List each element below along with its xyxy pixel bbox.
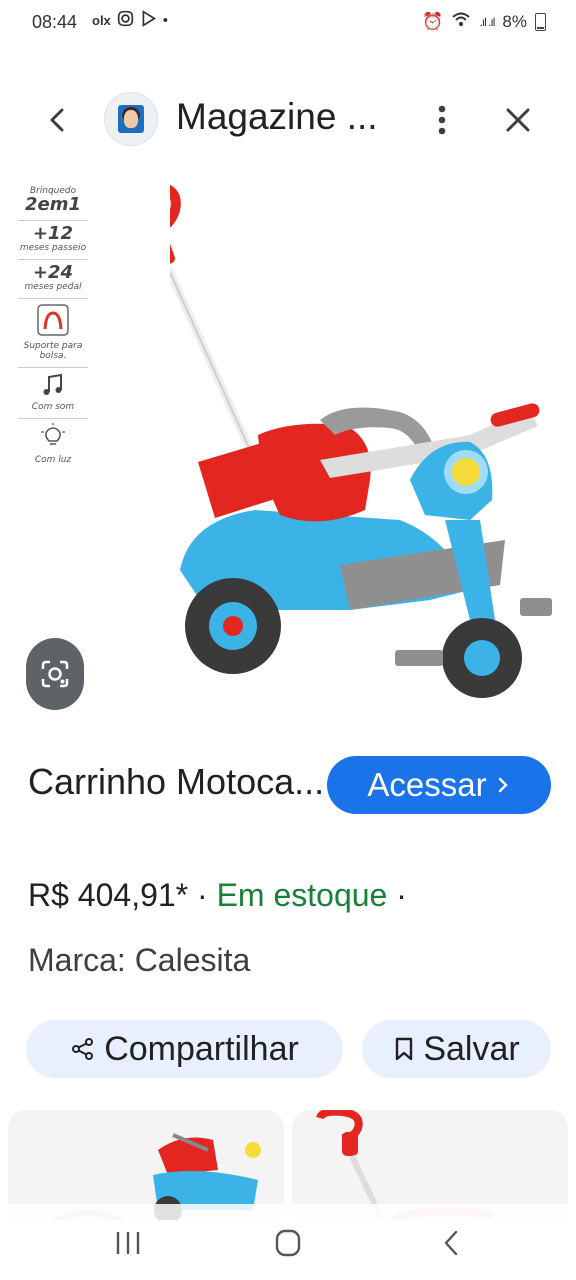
site-title[interactable]: Magazine ... bbox=[176, 96, 378, 138]
product-image[interactable]: Brinquedo 2em1 +12 meses passeio +24 mes… bbox=[0, 170, 576, 730]
bookmark-icon bbox=[396, 1037, 413, 1061]
separator: · bbox=[188, 877, 217, 913]
back-button[interactable] bbox=[38, 100, 78, 140]
more-vertical-icon bbox=[438, 105, 446, 135]
instagram-icon bbox=[117, 10, 134, 31]
site-logo-avatar[interactable] bbox=[104, 92, 158, 146]
chevron-left-icon bbox=[50, 108, 64, 132]
more-options-button[interactable] bbox=[422, 100, 462, 140]
tricycle-illustration bbox=[170, 184, 552, 698]
back-arrow-icon bbox=[444, 1230, 458, 1256]
lightbulb-icon bbox=[41, 423, 65, 445]
price-stock-line: R$ 404,91* · Em estoque · bbox=[28, 877, 407, 914]
feature-item: +24 meses pedal bbox=[18, 260, 88, 299]
site-header: Magazine ... bbox=[0, 78, 576, 160]
status-notification-icons: olx • bbox=[92, 10, 168, 31]
google-lens-icon bbox=[41, 660, 69, 688]
battery-percent: 8% bbox=[502, 11, 527, 31]
share-icon bbox=[72, 1038, 94, 1060]
status-time: 08:44 bbox=[32, 12, 78, 32]
brand-label: Marca: Calesita bbox=[28, 942, 251, 978]
product-title[interactable]: Carrinho Motoca... bbox=[28, 760, 328, 804]
olx-notification-icon: olx bbox=[92, 13, 111, 28]
stock-status: Em estoque bbox=[216, 877, 388, 913]
home-button[interactable] bbox=[268, 1226, 308, 1260]
recent-apps-icon bbox=[116, 1232, 140, 1254]
save-label: Salvar bbox=[423, 1029, 520, 1068]
nav-back-button[interactable] bbox=[432, 1226, 472, 1260]
status-system-icons: ⏰ .ıl .ıl 8% bbox=[422, 11, 546, 32]
status-bar: 08:44 olx • ⏰ .ıl .ıl 8% bbox=[0, 0, 576, 44]
feature-item: Brinquedo 2em1 bbox=[18, 182, 88, 221]
save-button[interactable]: Salvar bbox=[362, 1020, 551, 1078]
battery-icon bbox=[535, 12, 546, 31]
google-lens-button[interactable] bbox=[26, 638, 84, 710]
feature-list: Brinquedo 2em1 +12 meses passeio +24 mes… bbox=[18, 182, 88, 471]
close-button[interactable] bbox=[498, 100, 538, 140]
feature-item: Com luz bbox=[18, 419, 88, 471]
feature-item: +12 meses passeio bbox=[18, 221, 88, 260]
music-note-icon bbox=[43, 373, 62, 395]
separator-trailing: · bbox=[387, 877, 407, 913]
play-store-icon bbox=[140, 10, 157, 31]
price: R$ 404,91* bbox=[28, 877, 189, 913]
share-label: Compartilhar bbox=[104, 1029, 299, 1068]
close-icon bbox=[506, 108, 530, 132]
recent-apps-button[interactable] bbox=[108, 1226, 148, 1260]
alarm-icon: ⏰ bbox=[422, 11, 444, 31]
system-nav-bar bbox=[0, 1204, 576, 1280]
access-button-label: Acessar bbox=[367, 766, 487, 803]
dot-icon: • bbox=[162, 12, 169, 29]
wifi-icon bbox=[451, 11, 471, 32]
feature-item: Suporte para bolsa. bbox=[18, 299, 88, 368]
home-icon bbox=[275, 1229, 301, 1257]
feature-item: Com som bbox=[18, 368, 88, 419]
access-site-button[interactable]: Acessar bbox=[327, 756, 551, 814]
signal-icon: .ıl .ıl bbox=[479, 14, 495, 29]
bag-holder-icon bbox=[37, 304, 69, 336]
chevron-right-icon bbox=[498, 777, 508, 793]
share-button[interactable]: Compartilhar bbox=[26, 1020, 343, 1078]
